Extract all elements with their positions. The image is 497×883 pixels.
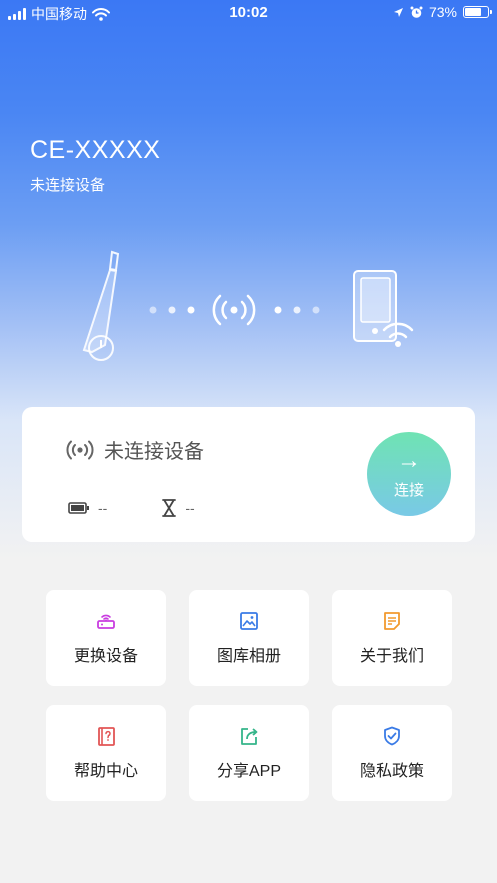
status-bar: 中国移动 10:02 73%	[0, 0, 497, 26]
timer-metric-value: --	[185, 500, 195, 516]
timer-metric: --	[161, 499, 195, 517]
menu-item-share-app[interactable]: 分享APP	[189, 705, 309, 801]
menu-item-change-device[interactable]: 更换设备	[46, 590, 166, 686]
menu-item-help-center[interactable]: 帮助中心	[46, 705, 166, 801]
battery-metric-value: --	[98, 500, 108, 516]
menu-item-privacy-policy[interactable]: 隐私政策	[332, 705, 452, 801]
alarm-clock-icon	[410, 6, 423, 18]
menu-grid: 更换设备 图库相册 关于我们 帮助中心 分享APP 隐私政策	[46, 590, 452, 801]
device-metrics: -- --	[68, 499, 249, 517]
battery-metric: --	[68, 500, 107, 516]
menu-item-label: 帮助中心	[73, 763, 138, 780]
battery-icon	[463, 6, 492, 18]
toothbrush-icon	[82, 250, 120, 361]
device-status-card: 未连接设备 -- -- → 连接	[22, 407, 475, 542]
broadcast-signal-icon	[212, 294, 256, 326]
card-status-text: 未连接设备	[104, 441, 204, 463]
share-icon	[241, 728, 258, 745]
battery-percent: 73%	[428, 4, 457, 20]
gallery-icon	[240, 612, 258, 630]
menu-item-gallery[interactable]: 图库相册	[189, 590, 309, 686]
arrow-right-icon: →	[397, 446, 421, 474]
menu-item-label: 更换设备	[73, 648, 138, 665]
menu-item-label: 关于我们	[359, 648, 424, 665]
battery-fill	[465, 8, 482, 16]
hourglass-icon	[162, 499, 177, 517]
device-connection-status: 未连接设备	[30, 177, 106, 194]
connection-status-row: 未连接设备	[66, 435, 204, 464]
device-name: CE-XXXXX	[30, 136, 161, 164]
connect-button[interactable]: → 连接	[367, 432, 451, 516]
progress-dots-right	[274, 306, 320, 314]
document-icon	[384, 612, 400, 630]
router-icon	[97, 614, 115, 629]
signal-broadcast-icon	[66, 440, 94, 459]
phone-icon	[353, 270, 397, 342]
menu-item-label: 分享APP	[216, 763, 282, 780]
menu-item-label: 隐私政策	[359, 763, 424, 780]
battery-level-icon	[68, 502, 89, 514]
progress-dots-left	[149, 306, 195, 314]
shield-check-icon	[384, 726, 400, 746]
menu-item-label: 图库相册	[216, 648, 281, 665]
help-book-icon	[98, 727, 115, 746]
menu-item-about-us[interactable]: 关于我们	[332, 590, 452, 686]
connect-button-label: 连接	[393, 481, 424, 499]
connection-illustration	[82, 250, 414, 361]
status-bar-right: 73%	[393, 4, 492, 20]
location-arrow-icon	[393, 7, 403, 17]
